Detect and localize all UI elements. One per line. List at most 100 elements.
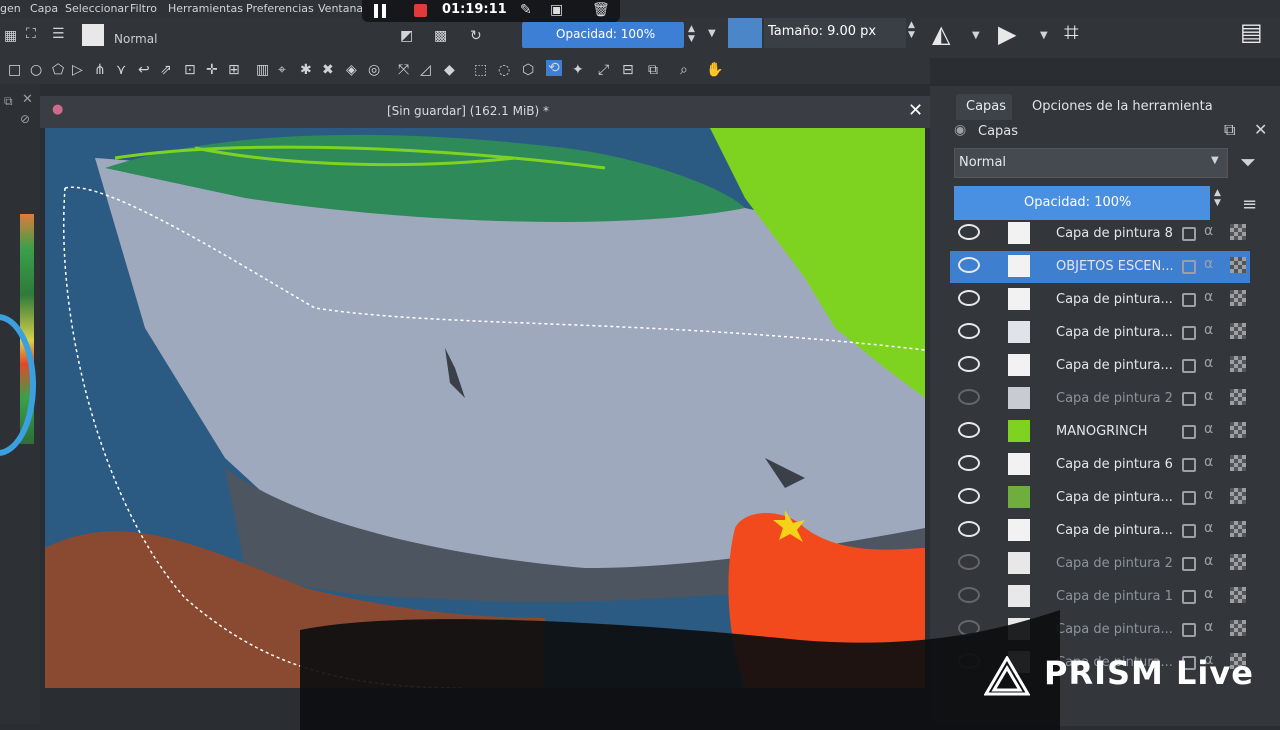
docker-menu-icon[interactable]: ≡: [1242, 194, 1257, 215]
polyline-tool-icon[interactable]: ▷: [72, 62, 83, 78]
contiguous-select-icon[interactable]: ✦: [572, 62, 584, 78]
pan-hand-icon[interactable]: ✋: [706, 62, 723, 78]
close-document-icon[interactable]: ✕: [908, 100, 923, 121]
brush-size-slider[interactable]: Tamaño: 9.00 px: [764, 18, 906, 48]
reload-icon[interactable]: ↻: [470, 28, 482, 44]
freehand-path-icon[interactable]: ⋎: [116, 62, 126, 78]
dynamic-brush-icon[interactable]: ↩: [138, 62, 150, 78]
polygon-tool-icon[interactable]: ⬠: [52, 62, 64, 78]
multibrush-icon[interactable]: ⇗: [160, 62, 172, 78]
layer-row[interactable]: Capa de pintura 2 α: [950, 383, 1250, 415]
menu-item-ventana[interactable]: Ventana: [318, 2, 363, 15]
lock-icon[interactable]: [1182, 557, 1196, 571]
mute-icon[interactable]: ✎: [520, 2, 532, 18]
bezier-tool-icon[interactable]: ⋔: [94, 62, 106, 78]
reference-tool-icon[interactable]: ◆: [444, 62, 455, 78]
ellipse-tool-icon[interactable]: ○: [30, 62, 42, 78]
blend-mode-label[interactable]: Normal: [114, 32, 157, 46]
similar-select-icon[interactable]: ⤢: [598, 62, 609, 78]
freehand-select-icon[interactable]: ⟲: [546, 60, 562, 76]
visibility-eye-icon[interactable]: [958, 488, 980, 504]
alpha-inherit-icon[interactable]: α: [1204, 421, 1213, 437]
layer-row[interactable]: Capa de pintura... α: [950, 515, 1250, 547]
layer-row[interactable]: Capa de pintura 6 α: [950, 449, 1250, 481]
stop-icon[interactable]: [414, 4, 427, 17]
eraser-icon[interactable]: ◩: [400, 28, 413, 44]
alpha-inherit-icon[interactable]: α: [1204, 322, 1213, 338]
mirror-horizontal-icon[interactable]: ◭: [932, 20, 950, 48]
alpha-lock-icon[interactable]: [1230, 224, 1246, 240]
lock-icon[interactable]: [1182, 227, 1196, 241]
lock-icon[interactable]: [1182, 293, 1196, 307]
alpha-inherit-icon[interactable]: α: [1204, 355, 1213, 371]
alpha-inherit-icon[interactable]: α: [1204, 619, 1213, 635]
alpha-lock-icon[interactable]: [1230, 290, 1246, 306]
close-docker-icon[interactable]: ✕: [1254, 120, 1267, 139]
visibility-eye-icon[interactable]: [958, 257, 980, 273]
layer-row[interactable]: Capa de pintura... α: [950, 284, 1250, 316]
alpha-lock-icon[interactable]: [1230, 356, 1246, 372]
layer-row[interactable]: MANOGRINCH α: [950, 416, 1250, 448]
mirror-vertical-icon[interactable]: ▶: [998, 20, 1016, 48]
alpha-lock-icon[interactable]: [1230, 422, 1246, 438]
alpha-lock-icon[interactable]: [1230, 323, 1246, 339]
alpha-lock-icon[interactable]: [1230, 620, 1246, 636]
layer-row[interactable]: OBJETOS ESCEN... α: [950, 251, 1250, 283]
layer-row[interactable]: Capa de pintura 2 α: [950, 548, 1250, 580]
alpha-lock-icon[interactable]: [1230, 257, 1246, 273]
filter-icon[interactable]: ⏷: [1240, 150, 1256, 174]
lock-icon[interactable]: [1182, 260, 1196, 274]
menu-item-filtro[interactable]: Filtro: [130, 2, 157, 15]
alpha-lock-icon[interactable]: [1230, 455, 1246, 471]
lock-icon[interactable]: [1182, 392, 1196, 406]
layer-row[interactable]: Capa de pintura... α: [950, 317, 1250, 349]
gradient-icon[interactable]: ⛶: [26, 26, 36, 42]
smart-patch-icon[interactable]: ✖: [322, 62, 334, 78]
menu-item-preferencias[interactable]: Preferencias: [246, 2, 314, 15]
alpha-lock-icon[interactable]: ▩: [434, 28, 447, 44]
alpha-inherit-icon[interactable]: α: [1204, 289, 1213, 305]
opacity-slider[interactable]: Opacidad: 100%: [522, 22, 684, 48]
layer-row[interactable]: Capa de pintura... α: [950, 482, 1250, 514]
pause-icon[interactable]: [374, 4, 388, 18]
alpha-lock-icon[interactable]: [1230, 587, 1246, 603]
alpha-lock-icon[interactable]: [1230, 521, 1246, 537]
alpha-lock-icon[interactable]: [1230, 389, 1246, 405]
crop-icon[interactable]: ⊡: [184, 62, 196, 78]
ellipse-select-icon[interactable]: ◌: [498, 62, 510, 78]
layer-row[interactable]: Capa de pintura... α: [950, 350, 1250, 382]
mirror-options-icon[interactable]: ▼: [972, 30, 980, 41]
lock-icon[interactable]: [1182, 326, 1196, 340]
lock-icon[interactable]: [1182, 458, 1196, 472]
lock-icon[interactable]: ⊘: [20, 112, 30, 126]
brush-preset-icon[interactable]: ▦: [4, 28, 17, 44]
alpha-lock-icon[interactable]: [1230, 554, 1246, 570]
visibility-eye-icon[interactable]: [958, 323, 980, 339]
layer-blend-select[interactable]: Normal ▼: [954, 148, 1228, 178]
rectangle-tool-icon[interactable]: □: [8, 62, 21, 78]
visibility-eye-icon[interactable]: [958, 389, 980, 405]
lock-icon[interactable]: [1182, 425, 1196, 439]
menu-item-herramientas[interactable]: Herramientas: [168, 2, 243, 15]
alpha-inherit-icon[interactable]: α: [1204, 487, 1213, 503]
measure-tool-icon[interactable]: ◿: [420, 62, 431, 78]
alpha-inherit-icon[interactable]: α: [1204, 223, 1213, 239]
visibility-eye-icon[interactable]: [958, 290, 980, 306]
visibility-eye-icon[interactable]: [958, 224, 980, 240]
chevron-down-icon[interactable]: ▼: [708, 28, 716, 39]
alpha-inherit-icon[interactable]: α: [1204, 586, 1213, 602]
move-tool-icon[interactable]: ✛: [206, 62, 218, 78]
menu-item-seleccionar[interactable]: Seleccionar: [65, 2, 129, 15]
layers-menu-icon[interactable]: ☰: [52, 26, 65, 42]
alpha-inherit-icon[interactable]: α: [1204, 256, 1213, 272]
alpha-inherit-icon[interactable]: α: [1204, 388, 1213, 404]
visibility-eye-icon[interactable]: [958, 455, 980, 471]
polygon-select-icon[interactable]: ⬡: [522, 62, 534, 78]
alpha-lock-icon[interactable]: [1230, 488, 1246, 504]
opacity-stepper-icon[interactable]: ▲ ▼: [688, 24, 695, 44]
float-docker-icon[interactable]: ⧉: [1224, 120, 1235, 140]
size-stepper-icon[interactable]: ▲ ▼: [908, 20, 915, 40]
eyedropper-icon[interactable]: ⌖: [278, 62, 286, 78]
lock-icon[interactable]: [1182, 590, 1196, 604]
layer-opacity-slider[interactable]: Opacidad: 100%: [954, 186, 1210, 220]
